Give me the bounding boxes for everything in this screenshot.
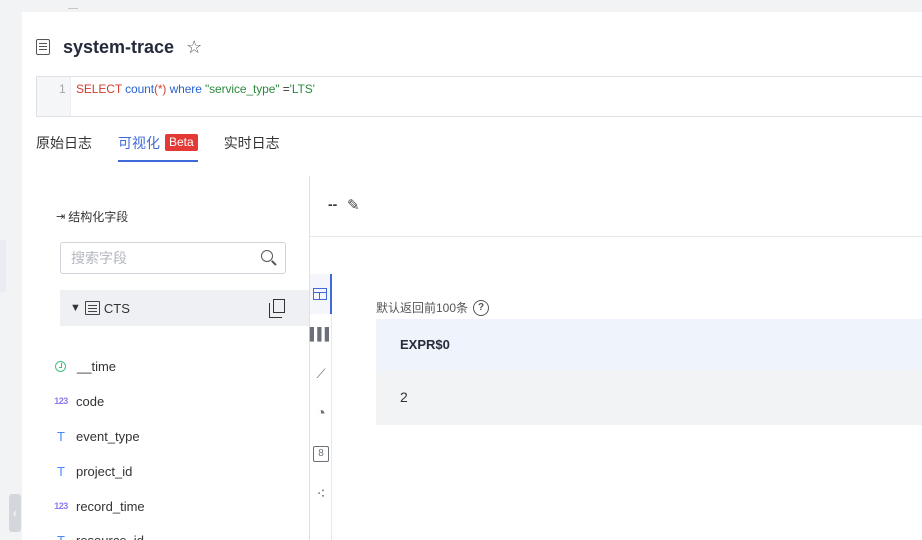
line-number: 1 — [59, 82, 66, 96]
sql-field: "service_type" — [205, 82, 280, 96]
text-icon: T — [57, 428, 65, 444]
left-rail-selection — [0, 240, 6, 292]
chart-header: -- ✎ — [310, 176, 922, 237]
top-strip — [0, 0, 922, 12]
line-chart-icon: ⟋ — [316, 366, 326, 381]
field-search — [60, 242, 286, 274]
view-tabs: 原始日志 可视化 Beta 实时日志 — [36, 134, 306, 164]
hint-text: 默认返回前100条 — [376, 301, 469, 315]
group-label: CTS — [103, 300, 130, 316]
field-item[interactable]: T event_type — [54, 426, 140, 446]
field-name: code — [76, 393, 105, 409]
text-icon: T — [57, 463, 65, 479]
tab-realtime-logs[interactable]: 实时日志 — [224, 134, 280, 162]
sql-keyword: SELECT — [76, 82, 122, 96]
number-card-button[interactable]: 8 — [310, 434, 332, 474]
field-item[interactable]: T resource_id — [54, 530, 144, 540]
beta-badge: Beta — [165, 134, 198, 151]
query-title-row: system-trace ☆ — [36, 32, 202, 62]
main-panel: system-trace ☆ 1 SELECT count(*) where "… — [22, 12, 922, 540]
chart-area: -- ✎ ▌▌▌ ⟋ ◔ 8 ⁖ 默认返回前100条 ? EXPR$0 2 — [310, 176, 922, 540]
star-icon[interactable]: ☆ — [186, 38, 202, 56]
number-icon: 123 — [54, 396, 68, 406]
sql-function: count — [125, 82, 154, 96]
table-icon — [313, 288, 327, 300]
chart-title: -- — [328, 196, 338, 212]
field-name: record_time — [76, 498, 145, 514]
table-view-button[interactable] — [310, 274, 332, 314]
field-item[interactable]: 123 record_time — [54, 496, 145, 516]
pie-chart-icon: ◔ — [316, 405, 326, 422]
help-icon[interactable]: ? — [473, 299, 490, 316]
table-cell: 2 — [376, 370, 922, 425]
tab-label: 实时日志 — [223, 135, 280, 151]
field-item[interactable]: __time — [54, 356, 116, 376]
result-table: EXPR$0 2 — [376, 319, 922, 425]
sql-value: 'LTS' — [289, 82, 315, 96]
edit-icon[interactable]: ✎ — [347, 196, 360, 214]
caret-down-icon[interactable]: ▼ — [70, 302, 81, 314]
number-card-icon: 8 — [313, 446, 329, 462]
field-item[interactable]: 123 code — [54, 391, 104, 411]
line-chart-button[interactable]: ⟋ — [310, 354, 332, 394]
tab-label: 可视化 — [118, 135, 160, 151]
field-name: event_type — [76, 428, 140, 444]
time-icon — [55, 360, 66, 372]
table-header-cell[interactable]: EXPR$0 — [376, 319, 922, 370]
bar-chart-button[interactable]: ▌▌▌ — [309, 314, 333, 354]
table-icon — [84, 301, 100, 315]
search-icon[interactable] — [261, 250, 273, 262]
sql-args: (*) — [153, 82, 167, 96]
field-name: project_id — [76, 463, 133, 479]
sql-keyword: where — [169, 82, 202, 96]
sql-code[interactable]: SELECT count(*) where "service_type" ='L… — [76, 82, 315, 96]
field-item[interactable]: T project_id — [54, 461, 132, 481]
field-panel: ⇥ 结构化字段 ▼ CTS __time 123 code T event_ty… — [34, 176, 309, 540]
field-search-input[interactable] — [61, 243, 241, 273]
page-title: system-trace — [63, 36, 175, 57]
bar-chart-icon: ▌▌▌ — [309, 327, 333, 341]
field-group-cts[interactable]: ▼ CTS — [60, 290, 309, 326]
left-rail: ‹ — [0, 0, 22, 540]
pie-chart-button[interactable]: ◔ — [310, 394, 332, 434]
field-name: __time — [77, 358, 117, 374]
collapse-handle-icon[interactable]: ‹ — [9, 494, 21, 532]
enter-icon: ⇥ — [56, 211, 66, 223]
field-panel-title: 结构化字段 — [68, 210, 129, 224]
sql-operator: = — [279, 82, 290, 96]
field-panel-header: ⇥ 结构化字段 — [56, 208, 128, 225]
number-icon: 123 — [54, 501, 68, 511]
result-limit-hint: 默认返回前100条 ? — [376, 299, 490, 316]
tab-label: 原始日志 — [36, 135, 92, 151]
sql-editor[interactable]: 1 SELECT count(*) where "service_type" =… — [36, 76, 922, 117]
scatter-icon: ⁖ — [316, 486, 326, 503]
chart-type-bar: ▌▌▌ ⟋ ◔ 8 ⁖ — [309, 274, 333, 540]
copy-icon[interactable] — [269, 299, 285, 318]
document-icon — [36, 39, 50, 55]
text-icon: T — [57, 532, 65, 540]
divider — [68, 8, 78, 9]
field-name: resource_id — [76, 532, 144, 540]
scatter-chart-button[interactable]: ⁖ — [310, 474, 332, 514]
tab-visualization[interactable]: 可视化 Beta — [118, 134, 198, 162]
tab-raw-logs[interactable]: 原始日志 — [36, 134, 92, 162]
